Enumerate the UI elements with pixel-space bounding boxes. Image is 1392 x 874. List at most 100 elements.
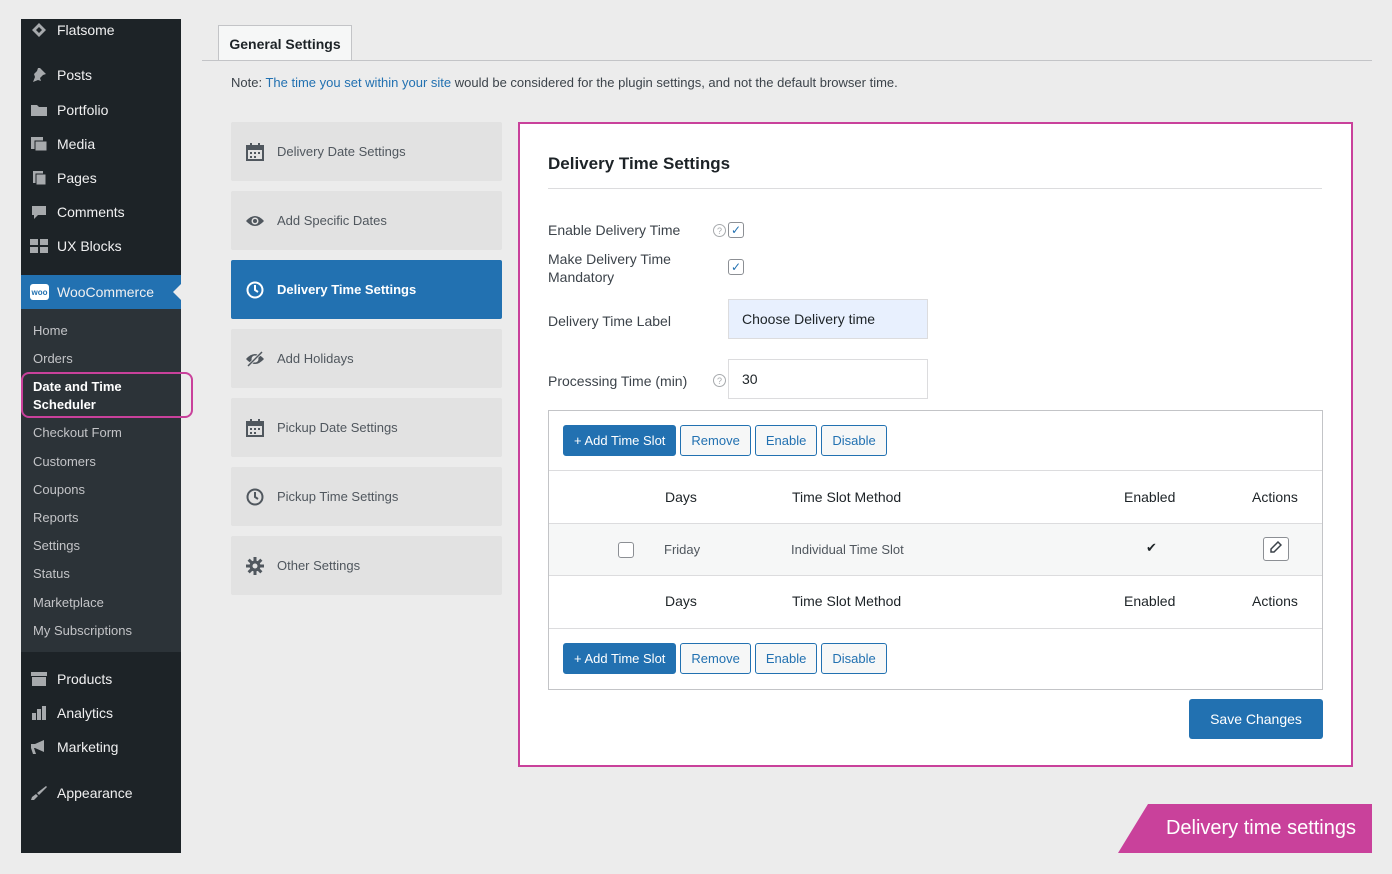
calendar-icon bbox=[245, 418, 265, 438]
eye-icon bbox=[245, 211, 265, 231]
processing-time-input[interactable]: 30 bbox=[728, 359, 928, 399]
menu-item-ux-blocks[interactable]: UX Blocks bbox=[21, 231, 181, 261]
submenu-reports[interactable]: Reports bbox=[33, 510, 79, 525]
settings-pickup-date[interactable]: Pickup Date Settings bbox=[231, 398, 502, 457]
pin-icon bbox=[30, 66, 48, 84]
row-day: Friday bbox=[664, 542, 701, 557]
delivery-time-panel: Delivery Time Settings Enable Delivery T… bbox=[518, 122, 1353, 767]
enable-delivery-time-checkbox[interactable]: ✓ bbox=[728, 222, 744, 238]
save-changes-button[interactable]: Save Changes bbox=[1189, 699, 1323, 739]
panel-title: Delivery Time Settings bbox=[548, 154, 731, 173]
submenu-status[interactable]: Status bbox=[33, 566, 70, 581]
tab-general-settings[interactable]: General Settings bbox=[218, 25, 352, 61]
note-suffix: would be considered for the plugin setti… bbox=[451, 75, 898, 90]
menu-label: Pages bbox=[57, 170, 97, 186]
settings-label: Pickup Time Settings bbox=[277, 489, 399, 504]
submenu-marketplace[interactable]: Marketplace bbox=[33, 595, 104, 610]
settings-label: Delivery Date Settings bbox=[277, 144, 406, 159]
remove-button[interactable]: Remove bbox=[680, 425, 751, 456]
footer-method: Time Slot Method bbox=[792, 593, 902, 609]
time-slots-table: + Add Time Slot Remove Enable Disable Da… bbox=[548, 410, 1323, 690]
delivery-time-label-input[interactable]: Choose Delivery time bbox=[728, 299, 928, 339]
settings-label: Other Settings bbox=[277, 558, 361, 573]
row-select-checkbox[interactable] bbox=[618, 542, 634, 558]
menu-item-marketing[interactable]: Marketing bbox=[21, 732, 181, 762]
edit-button[interactable] bbox=[1263, 537, 1289, 561]
help-icon[interactable]: ? bbox=[713, 224, 726, 237]
settings-label: Add Specific Dates bbox=[277, 213, 387, 228]
menu-item-analytics[interactable]: Analytics bbox=[21, 698, 181, 728]
disable-button[interactable]: Disable bbox=[821, 643, 887, 674]
menu-label: Flatsome bbox=[57, 22, 115, 38]
pencil-icon bbox=[1270, 540, 1283, 558]
mandatory-checkbox[interactable]: ✓ bbox=[728, 259, 744, 275]
add-time-slot-button[interactable]: + Add Time Slot bbox=[563, 425, 677, 456]
menu-item-pages[interactable]: Pages bbox=[21, 163, 181, 193]
site-time-link[interactable]: The time you set within your site bbox=[265, 75, 451, 90]
menu-item-portfolio[interactable]: Portfolio bbox=[21, 95, 181, 125]
clock-icon bbox=[245, 280, 265, 300]
menu-label: Posts bbox=[57, 67, 93, 83]
time-note: Note: The time you set within your site … bbox=[231, 75, 898, 90]
eye-slash-icon bbox=[245, 349, 265, 369]
menu-item-products[interactable]: Products bbox=[21, 664, 181, 694]
menu-label: Comments bbox=[57, 204, 125, 220]
submenu-coupons[interactable]: Coupons bbox=[33, 482, 85, 497]
menu-item-media[interactable]: Media bbox=[21, 129, 181, 159]
submenu-checkout-form[interactable]: Checkout Form bbox=[33, 425, 122, 440]
divider bbox=[549, 628, 1322, 629]
settings-specific-dates[interactable]: Add Specific Dates bbox=[231, 191, 502, 250]
footer-actions: Actions bbox=[1252, 593, 1298, 609]
add-time-slot-button[interactable]: + Add Time Slot bbox=[563, 643, 677, 674]
blocks-icon bbox=[30, 237, 48, 255]
menu-label: Analytics bbox=[57, 705, 114, 721]
settings-pickup-time[interactable]: Pickup Time Settings bbox=[231, 467, 502, 526]
processing-time-label: Processing Time (min) bbox=[548, 373, 688, 389]
settings-delivery-time[interactable]: Delivery Time Settings bbox=[231, 260, 502, 319]
menu-label: Media bbox=[57, 136, 96, 152]
note-prefix: Note: bbox=[231, 75, 266, 90]
header-days: Days bbox=[665, 489, 697, 505]
footer-enabled: Enabled bbox=[1124, 593, 1176, 609]
woocommerce-submenu: Home Orders Date and Time Scheduler Chec… bbox=[21, 309, 181, 652]
menu-label: Marketing bbox=[57, 739, 119, 755]
menu-item-flatsome[interactable]: Flatsome bbox=[21, 15, 181, 45]
menu-label: Portfolio bbox=[57, 102, 109, 118]
remove-button[interactable]: Remove bbox=[680, 643, 751, 674]
settings-holidays[interactable]: Add Holidays bbox=[231, 329, 502, 388]
divider bbox=[548, 188, 1322, 189]
header-enabled: Enabled bbox=[1124, 489, 1176, 505]
settings-label: Delivery Time Settings bbox=[277, 282, 417, 297]
menu-label: WooCommerce bbox=[57, 284, 154, 300]
disable-button[interactable]: Disable bbox=[821, 425, 887, 456]
divider bbox=[549, 575, 1322, 576]
row-method: Individual Time Slot bbox=[791, 542, 904, 557]
help-icon[interactable]: ? bbox=[713, 374, 726, 387]
menu-highlight-outline bbox=[21, 372, 193, 418]
menu-item-appearance[interactable]: Appearance bbox=[21, 778, 181, 808]
enable-delivery-time-label: Enable Delivery Time bbox=[548, 222, 681, 238]
table-row: Friday Individual Time Slot ✔ bbox=[549, 524, 1322, 575]
submenu-my-subscriptions[interactable]: My Subscriptions bbox=[33, 623, 132, 638]
settings-other[interactable]: Other Settings bbox=[231, 536, 502, 595]
bar-chart-icon bbox=[30, 704, 48, 722]
enable-button[interactable]: Enable bbox=[754, 425, 818, 456]
media-icon bbox=[30, 135, 48, 153]
menu-item-comments[interactable]: Comments bbox=[21, 197, 181, 227]
submenu-customers[interactable]: Customers bbox=[33, 454, 96, 469]
footer-days: Days bbox=[665, 593, 697, 609]
megaphone-icon bbox=[30, 738, 48, 756]
menu-label: UX Blocks bbox=[57, 238, 122, 254]
menu-item-posts[interactable]: Posts bbox=[21, 60, 181, 90]
settings-delivery-date[interactable]: Delivery Date Settings bbox=[231, 122, 502, 181]
calendar-icon bbox=[245, 142, 265, 162]
submenu-orders[interactable]: Orders bbox=[33, 351, 73, 366]
flatsome-icon bbox=[30, 21, 48, 39]
comment-icon bbox=[30, 203, 48, 221]
enable-button[interactable]: Enable bbox=[754, 643, 818, 674]
submenu-home[interactable]: Home bbox=[33, 323, 68, 338]
menu-item-woocommerce[interactable]: woo WooCommerce bbox=[21, 275, 181, 309]
gear-icon bbox=[245, 556, 265, 576]
submenu-settings[interactable]: Settings bbox=[33, 538, 80, 553]
settings-label: Add Holidays bbox=[277, 351, 354, 366]
